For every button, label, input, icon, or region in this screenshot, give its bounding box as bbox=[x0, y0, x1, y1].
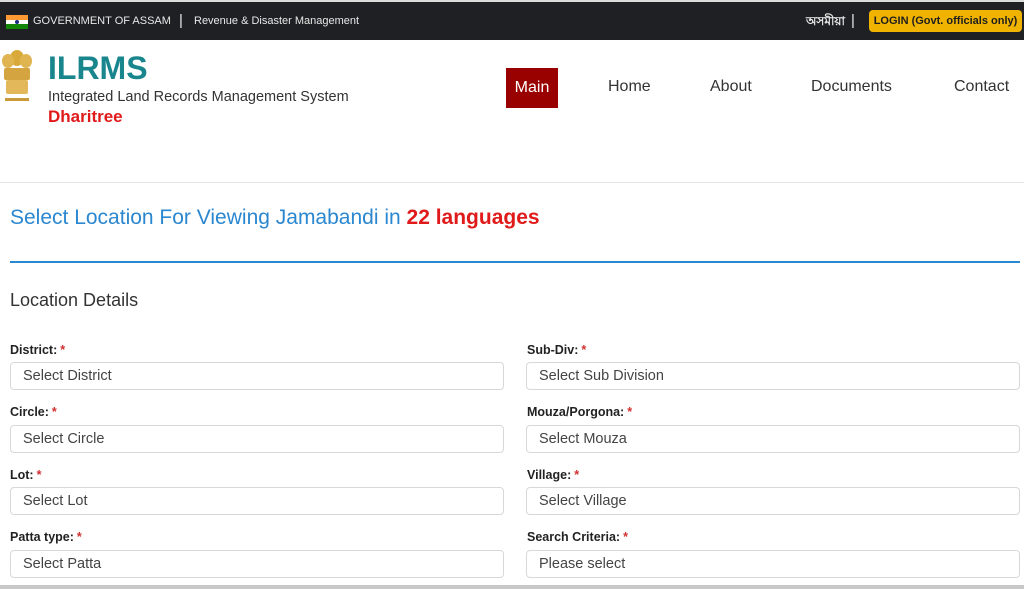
page-title: Select Location For Viewing Jamabandi in… bbox=[10, 206, 540, 230]
separator: | bbox=[851, 12, 855, 29]
lot-label-text: Lot: bbox=[10, 468, 34, 482]
subdiv-label: Sub-Div: * bbox=[527, 343, 586, 357]
required-marker: * bbox=[623, 530, 628, 544]
subdiv-select[interactable]: Select Sub Division bbox=[526, 362, 1020, 390]
circle-select[interactable]: Select Circle bbox=[10, 425, 504, 453]
separator: | bbox=[179, 12, 183, 29]
india-flag-icon bbox=[6, 15, 28, 29]
village-label-text: Village: bbox=[527, 468, 572, 482]
brand-title: ILRMS bbox=[48, 50, 148, 86]
mouza-label-text: Mouza/Porgona: bbox=[527, 405, 625, 419]
top-bar: GOVERNMENT OF ASSAM | Revenue & Disaster… bbox=[0, 0, 1024, 40]
site-header: ILRMS Integrated Land Records Management… bbox=[0, 40, 1024, 136]
page-title-text: Select Location For Viewing Jamabandi in bbox=[10, 206, 407, 229]
village-select[interactable]: Select Village bbox=[526, 487, 1020, 515]
brand-tagline: Dharitree bbox=[48, 107, 123, 126]
circle-label-text: Circle: bbox=[10, 405, 49, 419]
nav-documents[interactable]: Documents bbox=[811, 78, 892, 96]
section-title: Location Details bbox=[10, 290, 139, 310]
title-divider bbox=[10, 261, 1020, 263]
search-criteria-select[interactable]: Please select bbox=[526, 550, 1020, 578]
lot-label: Lot: * bbox=[10, 468, 41, 482]
search-criteria-label: Search Criteria: * bbox=[527, 530, 628, 544]
patta-type-label-text: Patta type: bbox=[10, 530, 74, 544]
lot-select[interactable]: Select Lot bbox=[10, 487, 504, 515]
brand-subtitle: Integrated Land Records Management Syste… bbox=[48, 89, 349, 105]
nav-contact[interactable]: Contact bbox=[954, 78, 1009, 96]
subdiv-label-text: Sub-Div: bbox=[527, 343, 579, 357]
search-criteria-label-text: Search Criteria: bbox=[527, 530, 621, 544]
required-marker: * bbox=[60, 343, 66, 357]
page-title-highlight: 22 languages bbox=[406, 206, 540, 229]
required-marker: * bbox=[574, 468, 580, 482]
spacer-band bbox=[0, 136, 1024, 183]
district-label: District: * bbox=[10, 343, 65, 357]
required-marker: * bbox=[76, 530, 82, 544]
language-link-assamese[interactable]: অসমীয়া bbox=[806, 13, 845, 33]
mouza-label: Mouza/Porgona: * bbox=[527, 405, 632, 419]
required-marker: * bbox=[51, 405, 57, 419]
district-select[interactable]: Select District bbox=[10, 362, 504, 390]
nav-about[interactable]: About bbox=[710, 78, 752, 96]
government-label: GOVERNMENT OF ASSAM bbox=[33, 15, 171, 27]
nav-home[interactable]: Home bbox=[608, 78, 651, 96]
nav-main[interactable]: Main bbox=[506, 68, 558, 108]
national-emblem-icon bbox=[2, 50, 32, 101]
mouza-select[interactable]: Select Mouza bbox=[526, 425, 1020, 453]
circle-label: Circle: * bbox=[10, 405, 57, 419]
required-marker: * bbox=[36, 468, 42, 482]
department-label: Revenue & Disaster Management bbox=[194, 15, 360, 27]
bottom-edge bbox=[0, 585, 1024, 589]
patta-type-select[interactable]: Select Patta bbox=[10, 550, 504, 578]
required-marker: * bbox=[627, 405, 633, 419]
login-button[interactable]: LOGIN (Govt. officials only) bbox=[869, 10, 1022, 32]
required-marker: * bbox=[581, 343, 587, 357]
patta-type-label: Patta type: * bbox=[10, 530, 82, 544]
district-label-text: District: bbox=[10, 343, 58, 357]
village-label: Village: * bbox=[527, 468, 579, 482]
